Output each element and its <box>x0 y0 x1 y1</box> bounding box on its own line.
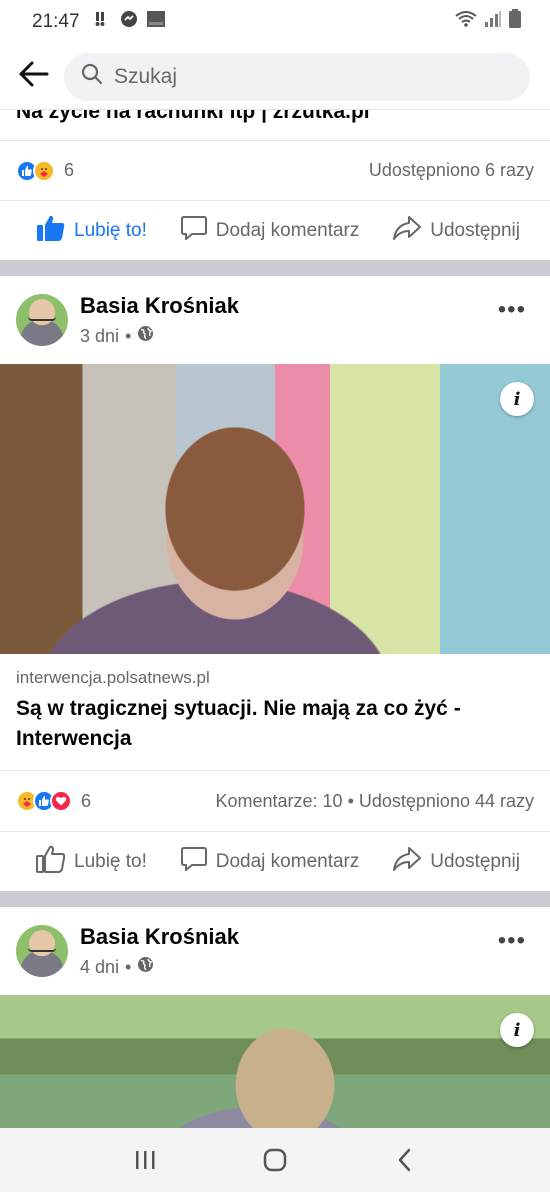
back-button[interactable] <box>16 59 52 95</box>
post-time[interactable]: 4 dni <box>80 957 119 978</box>
thumbs-up-filled-icon <box>36 214 66 248</box>
reaction-count: 6 <box>81 790 92 811</box>
share-icon <box>392 214 422 248</box>
comment-label: Dodaj komentarz <box>215 850 360 872</box>
info-icon[interactable]: i <box>500 1013 534 1047</box>
post-author[interactable]: Basia Krośniak <box>80 293 239 319</box>
avatar[interactable] <box>16 294 68 346</box>
battery-icon <box>508 9 522 35</box>
sms-icon <box>94 10 112 34</box>
wifi-icon <box>454 9 478 35</box>
comment-label: Dodaj komentarz <box>215 219 360 241</box>
search-icon <box>80 62 104 91</box>
search-box[interactable] <box>64 52 530 101</box>
post-author[interactable]: Basia Krośniak <box>80 924 239 950</box>
back-nav-button[interactable] <box>385 1140 425 1180</box>
love-reaction-icon <box>50 790 72 812</box>
dot-separator: • <box>125 956 132 977</box>
post-stats[interactable]: Komentarze: 10 • Udostępniono 44 razy <box>216 791 535 812</box>
link-title: Są w tragicznej sytuacji. Nie mają za co… <box>16 697 461 750</box>
comment-icon <box>180 845 208 879</box>
feed-separator <box>0 891 550 907</box>
like-button[interactable]: Lubię to! <box>36 214 147 248</box>
thumbs-up-icon <box>36 845 66 879</box>
comment-button[interactable]: Dodaj komentarz <box>180 214 360 248</box>
previous-post-reactions[interactable]: 6 Udostępniono 6 razy <box>0 140 550 200</box>
more-options-icon[interactable]: ••• <box>498 296 526 324</box>
search-input[interactable] <box>114 64 514 89</box>
share-icon <box>392 845 422 879</box>
search-header <box>0 44 550 110</box>
share-label: Udostępnij <box>430 219 520 241</box>
dot-separator: • <box>125 325 132 346</box>
share-count[interactable]: Udostępniono 6 razy <box>369 160 534 181</box>
care-reaction-icon <box>33 159 55 182</box>
feed: Na życie na rachunki itp | zrzutka.pl 6 … <box>0 86 550 1140</box>
post-time[interactable]: 3 dni <box>80 326 119 347</box>
post-header: Basia Krośniak 4 dni • ••• <box>0 907 550 995</box>
info-icon[interactable]: i <box>500 382 534 416</box>
like-label: Lubię to! <box>74 850 147 872</box>
avatar[interactable] <box>16 925 68 977</box>
messenger-icon <box>120 10 138 34</box>
share-label: Udostępnij <box>430 850 520 872</box>
post-header: Basia Krośniak 3 dni • ••• <box>0 276 550 364</box>
globe-icon <box>137 325 154 347</box>
previous-post-actions: Lubię to! Dodaj komentarz Udostępnij <box>0 200 550 260</box>
post-image[interactable]: i <box>0 995 550 1140</box>
link-domain: interwencja.polsatnews.pl <box>16 668 210 687</box>
like-label: Lubię to! <box>74 219 147 241</box>
post-reactions[interactable]: 6 Komentarze: 10 • Udostępniono 44 razy <box>0 771 550 831</box>
system-nav-bar <box>0 1128 550 1192</box>
share-button[interactable]: Udostępnij <box>392 214 520 248</box>
like-button[interactable]: Lubię to! <box>36 845 147 879</box>
share-button[interactable]: Udostępnij <box>392 845 520 879</box>
globe-icon <box>137 956 154 978</box>
back-arrow-icon <box>19 61 49 92</box>
recent-apps-button[interactable] <box>125 1140 165 1180</box>
status-bar: 21:47 <box>0 0 550 44</box>
comment-icon <box>180 214 208 248</box>
link-preview-image[interactable]: i <box>0 364 550 654</box>
feed-separator <box>0 260 550 276</box>
reaction-count: 6 <box>64 160 75 180</box>
home-button[interactable] <box>255 1140 295 1180</box>
status-time: 21:47 <box>32 11 80 32</box>
link-preview[interactable]: interwencja.polsatnews.pl Są w tragiczne… <box>0 654 550 771</box>
more-options-icon[interactable]: ••• <box>498 927 526 955</box>
signal-icon <box>484 10 502 34</box>
carrier-icon <box>146 10 166 34</box>
comment-button[interactable]: Dodaj komentarz <box>180 845 360 879</box>
post-actions: Lubię to! Dodaj komentarz Udostępnij <box>0 831 550 891</box>
